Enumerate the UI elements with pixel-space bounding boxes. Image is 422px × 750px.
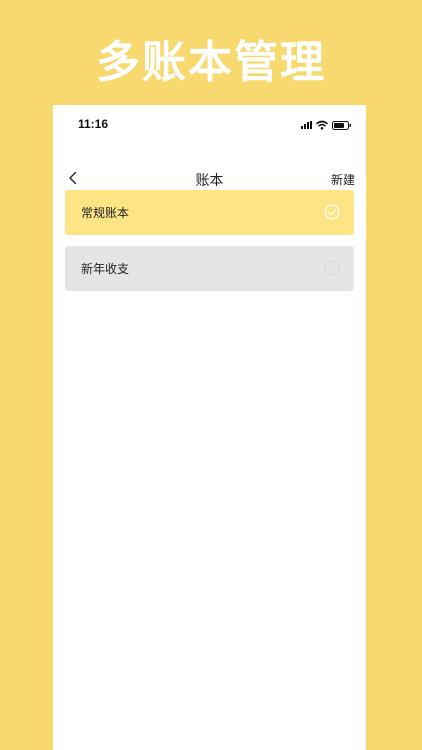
page-title: 账本 (195, 173, 224, 189)
book-item-new-year[interactable]: 新年收支 (65, 246, 354, 291)
phone-screen: 11:16 账本 新建 常规账本 新年收支 (53, 105, 366, 750)
book-list: 常规账本 新年收支 (65, 190, 354, 302)
status-icons (301, 119, 352, 131)
check-circle-icon (324, 204, 340, 220)
book-label: 常规账本 (81, 206, 130, 220)
status-bar: 11:16 (53, 105, 366, 145)
promo-title: 多账本管理 (96, 37, 326, 88)
battery-icon (332, 120, 351, 130)
wifi-icon (316, 120, 328, 130)
empty-circle-icon (324, 260, 340, 276)
nav-bar: 账本 新建 (53, 167, 366, 189)
signal-icon (301, 121, 312, 129)
new-book-button[interactable]: 新建 (331, 171, 355, 188)
book-item-regular[interactable]: 常规账本 (65, 190, 354, 235)
status-time: 11:16 (78, 117, 109, 131)
book-label: 新年收支 (81, 262, 130, 276)
